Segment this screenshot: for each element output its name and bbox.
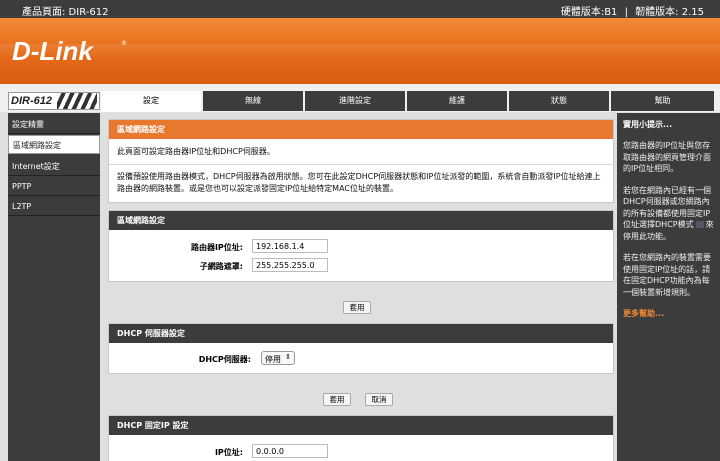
- sidebar: 設定精靈 區域網路設定 Internet設定 PPTP L2TP: [8, 113, 100, 461]
- hardware-version: 硬體版本:B1: [560, 7, 618, 18]
- tab-wireless[interactable]: 無線: [203, 91, 303, 111]
- sidebar-item-lan[interactable]: 區域網路設定: [8, 135, 100, 154]
- subnet-mask-row: 子網路遮罩: 255.255.255.0: [109, 258, 613, 274]
- firmware-version: 韌體版本: 2.15: [635, 7, 704, 18]
- static-ip-input[interactable]: 0.0.0.0: [252, 444, 328, 458]
- router-ip-label: 路由器IP位址:: [190, 243, 243, 252]
- lan-description: 設備預設使用路由器模式，DHCP伺服器為啟用狀態。您可在此設定DHCP伺服器狀態…: [117, 172, 601, 193]
- slash-decoration-icon: [57, 93, 97, 109]
- hint-static-ip: 若在您網路內的裝置需要使用固定IP位址的話，請在固定DHCP功能內為每一個裝置新…: [623, 253, 711, 297]
- router-ip-row: 路由器IP位址: 192.168.1.4: [109, 239, 613, 255]
- hints-title: 實用小提示...: [623, 120, 673, 129]
- main-content: 區域網路設定 此頁面可設定路由器IP位址和DHCP伺服器。 設備預設使用路由器模…: [101, 112, 615, 461]
- lan-intro-box: 區域網路設定 此頁面可設定路由器IP位址和DHCP伺服器。 設備預設使用路由器模…: [108, 119, 614, 203]
- model-name: DIR-612: [11, 95, 52, 107]
- sidebar-item-l2tp[interactable]: L2TP: [8, 197, 100, 216]
- tab-help[interactable]: 幫助: [611, 91, 714, 111]
- tab-status[interactable]: 狀態: [509, 91, 609, 111]
- static-ip-row: IP位址: 0.0.0.0: [109, 444, 613, 460]
- sidebar-item-wizard[interactable]: 設定精靈: [8, 115, 100, 134]
- tab-maintenance[interactable]: 維護: [407, 91, 507, 111]
- lan-intro-title: 區域網路設定: [109, 120, 613, 139]
- static-ip-label: IP位址:: [214, 448, 243, 457]
- subnet-mask-input[interactable]: 255.255.255.0: [252, 258, 328, 272]
- helpful-hints-panel: 實用小提示... 您路由器的IP位址與您存取路由器的網頁管理介面的IP位址相同。…: [617, 113, 720, 461]
- dhcp-apply-button[interactable]: 套用: [323, 393, 351, 406]
- subnet-mask-label: 子網路遮罩:: [199, 262, 243, 271]
- more-help-link[interactable]: 更多幫助...: [617, 308, 720, 319]
- hint-router-ip: 您路由器的IP位址與您存取路由器的網頁管理介面的IP位址相同。: [623, 141, 711, 173]
- tab-setup[interactable]: 設定: [101, 91, 201, 112]
- dhcp-server-row: DHCP伺服器: 停用 ⇕: [109, 351, 613, 367]
- product-page-label: 產品頁面: DIR-612: [22, 7, 109, 18]
- dlink-logo: D-Link: [12, 36, 93, 66]
- sidebar-item-pptp[interactable]: PPTP: [8, 177, 100, 196]
- dhcp-server-title: DHCP 伺服器設定: [109, 324, 613, 343]
- hint-dhcp: 若您在網路內已經有一個DHCP伺服器或您網路內的所有設備都使用固定IP位址選擇D…: [623, 185, 714, 241]
- top-bar: 產品頁面: DIR-612 硬體版本:B1 | 韌體版本: 2.15: [0, 0, 720, 18]
- tab-advanced[interactable]: 進階設定: [305, 91, 405, 111]
- lan-apply-button[interactable]: 套用: [343, 301, 371, 314]
- static-ip-box: DHCP 固定IP 設定 IP位址: 0.0.0.0: [108, 415, 614, 461]
- lan-intro-text: 此頁面可設定路由器IP位址和DHCP伺服器。: [117, 147, 275, 156]
- sidebar-item-internet[interactable]: Internet設定: [8, 157, 100, 176]
- dhcp-server-box: DHCP 伺服器設定 DHCP伺服器: 停用 ⇕: [108, 323, 614, 374]
- trademark-icon: ®: [121, 40, 127, 47]
- dhcp-server-label: DHCP伺服器:: [198, 355, 251, 364]
- model-badge: DIR-612: [8, 92, 100, 110]
- lan-settings-box: 區域網路設定 路由器IP位址: 192.168.1.4 子網路遮罩: 255.2…: [108, 210, 614, 282]
- chevron-updown-icon: ⇕: [285, 353, 291, 361]
- dhcp-server-select[interactable]: 停用 ⇕: [261, 351, 295, 365]
- static-ip-title: DHCP 固定IP 設定: [109, 416, 613, 435]
- router-ip-input[interactable]: 192.168.1.4: [252, 239, 328, 253]
- lan-settings-title: 區域網路設定: [109, 211, 613, 230]
- disabled-option-icon: [695, 221, 704, 228]
- dhcp-cancel-button[interactable]: 取消: [365, 393, 393, 406]
- dlink-banner: D-Link ®: [0, 18, 720, 84]
